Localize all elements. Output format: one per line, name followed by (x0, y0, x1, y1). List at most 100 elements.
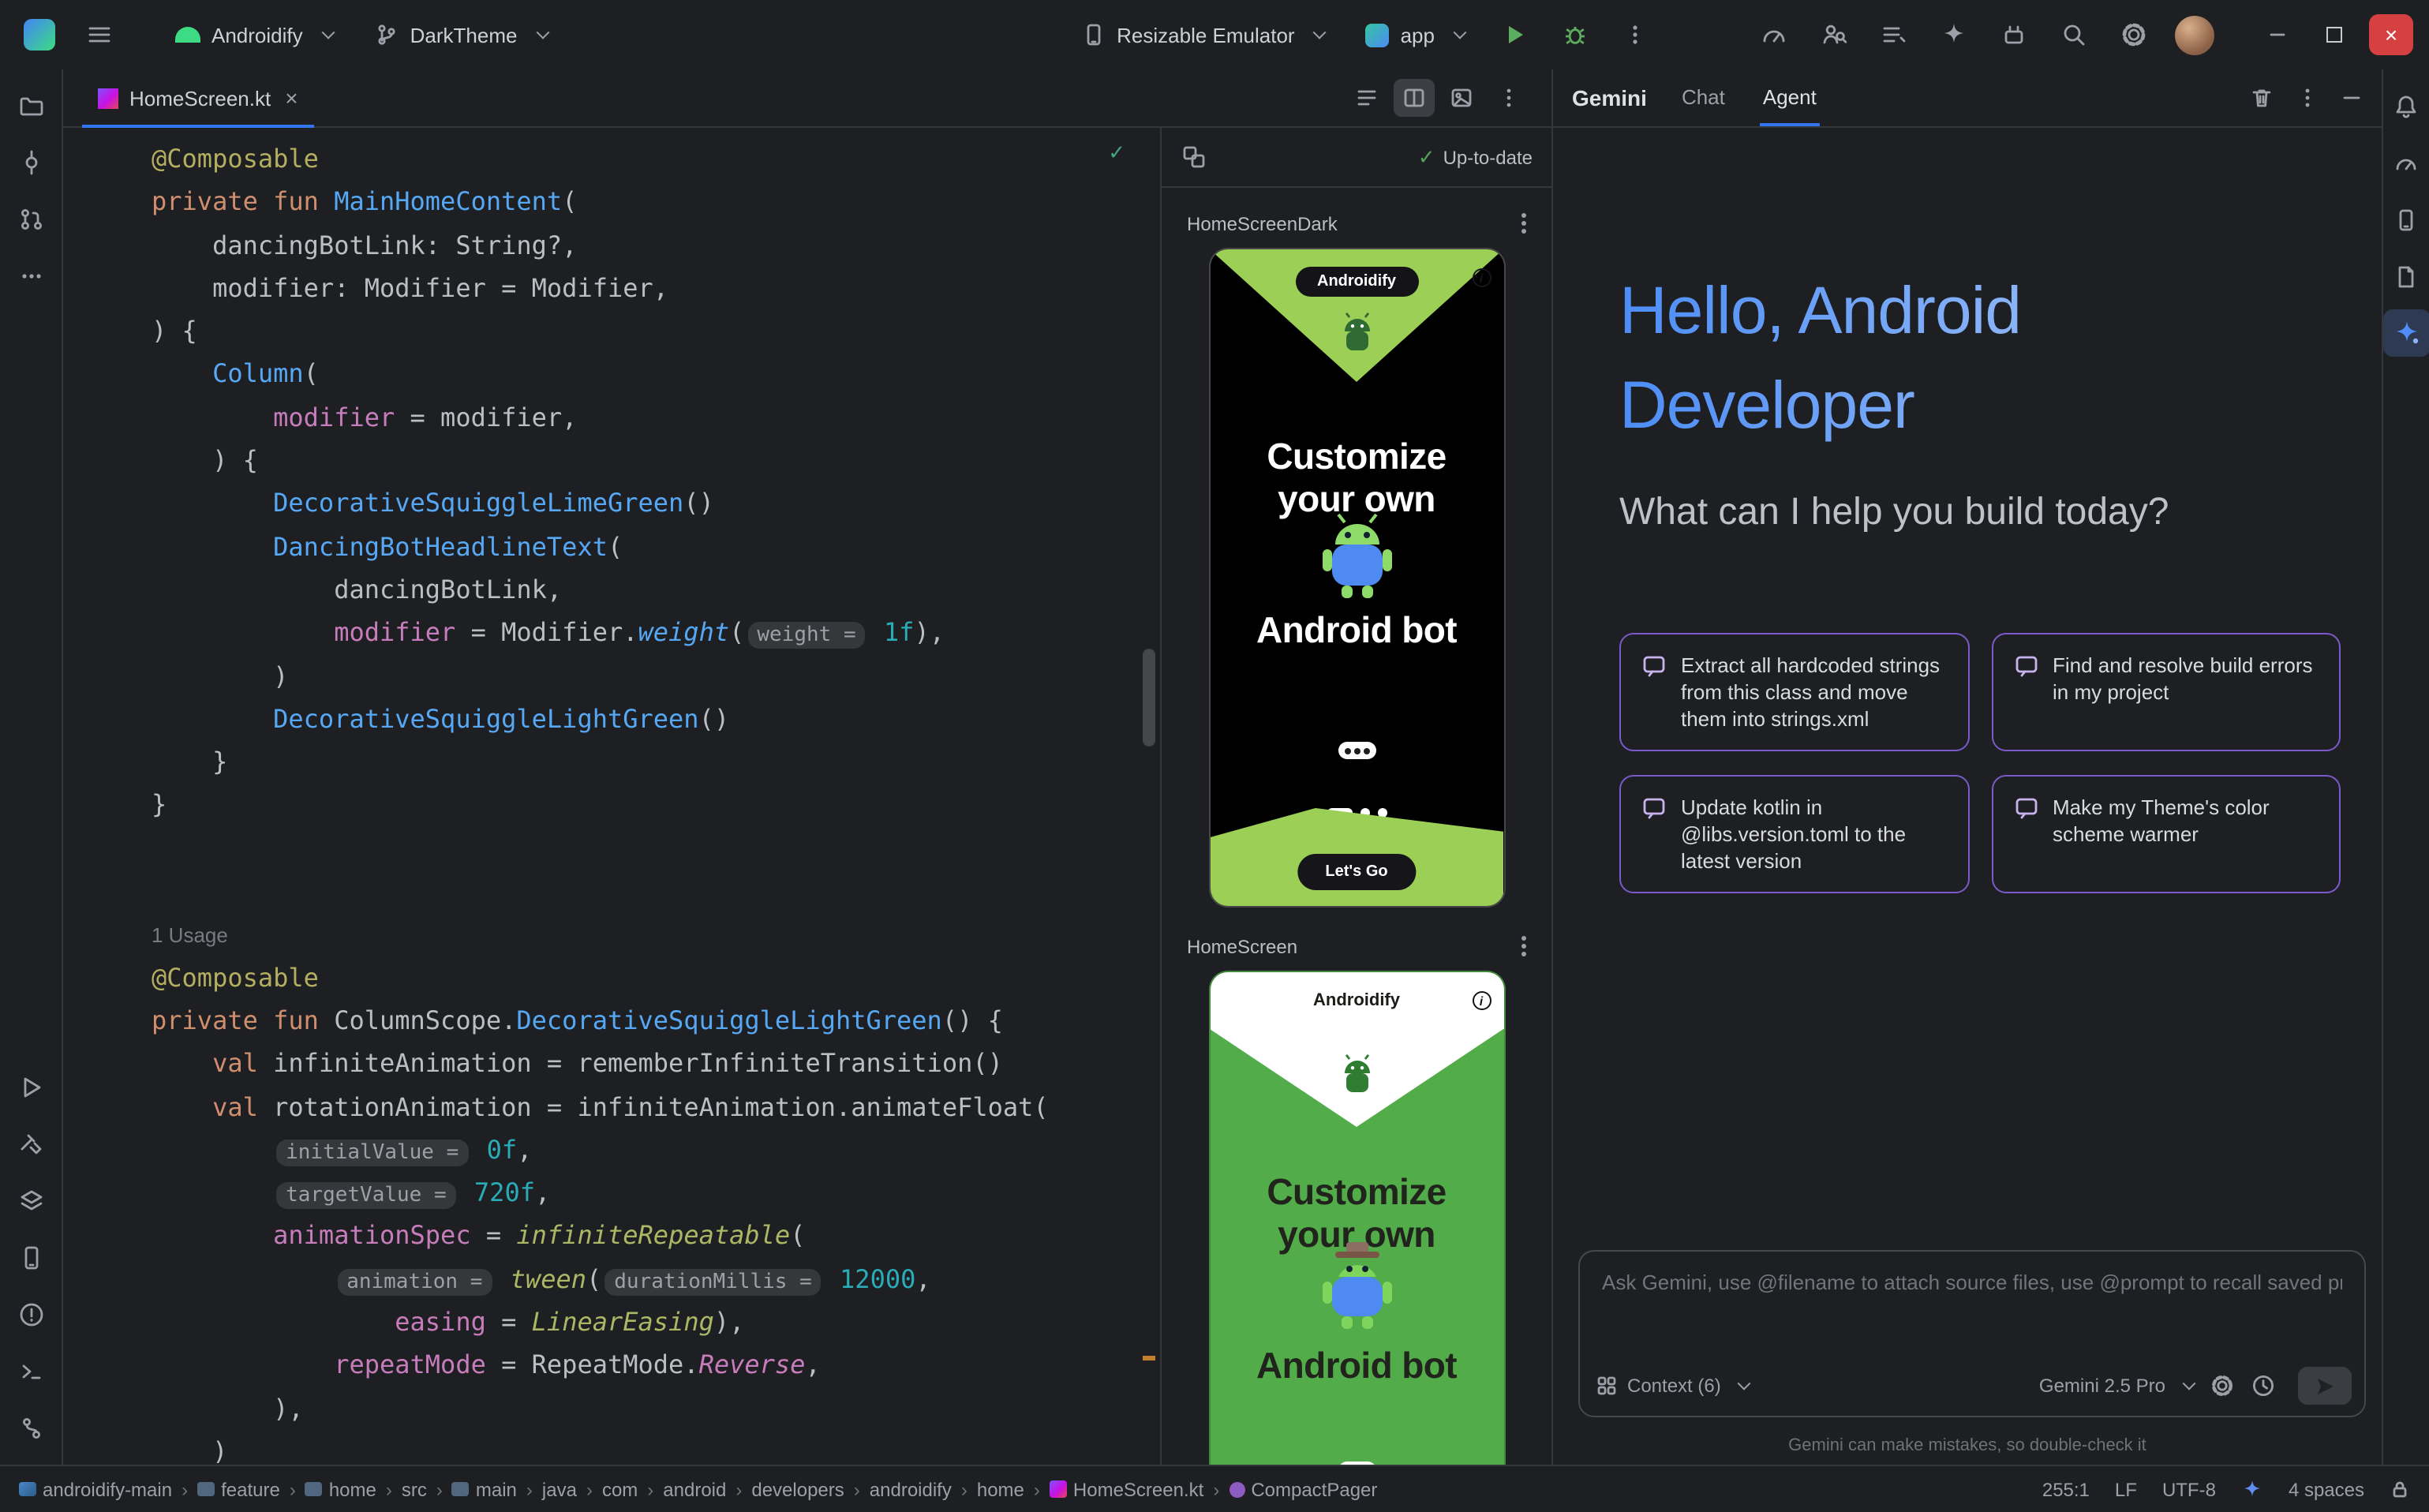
code-line[interactable]: DecorativeSquiggleLimeGreen() (152, 482, 1160, 526)
tab-chat[interactable]: Chat (1679, 69, 1728, 126)
ai-assistant-button[interactable] (1930, 11, 1978, 58)
code-line[interactable] (152, 870, 1160, 913)
device-explorer-tool-button[interactable] (2382, 196, 2429, 243)
code-line[interactable]: private fun MainHomeContent( (152, 181, 1160, 224)
indent-config[interactable]: 4 spaces (2289, 1478, 2364, 1500)
line-separator[interactable]: LF (2115, 1478, 2137, 1500)
minimize-button[interactable] (2255, 14, 2300, 55)
breadcrumb-item[interactable]: androidify-main (19, 1478, 172, 1500)
breadcrumb-item[interactable]: com (602, 1478, 638, 1500)
trash-icon[interactable] (2249, 85, 2274, 110)
view-mode-split-button[interactable] (1394, 79, 1435, 117)
profiler-tool-button[interactable] (2382, 139, 2429, 186)
vcs-branch-widget[interactable]: DarkTheme (360, 14, 562, 55)
code-line[interactable]: ), (152, 1387, 1160, 1430)
code-line[interactable]: modifier: Modifier = Modifier, (152, 267, 1160, 310)
kebab-icon[interactable] (2296, 87, 2319, 109)
close-button[interactable]: × (2369, 14, 2413, 55)
close-tab-icon[interactable]: × (285, 85, 298, 110)
code-line[interactable]: } (152, 740, 1160, 784)
suggestion-card[interactable]: Make my Theme's color scheme warmer (1991, 775, 2341, 893)
code-line[interactable]: val infiniteAnimation = rememberInfinite… (152, 1042, 1160, 1085)
suggestion-card[interactable]: Find and resolve build errors in my proj… (1991, 633, 2341, 751)
maximize-button[interactable] (2312, 14, 2356, 55)
search-everywhere-button[interactable] (2050, 11, 2098, 58)
prompt-composer[interactable]: Context (6) Gemini 2.5 Pro (1578, 1250, 2366, 1417)
code-line[interactable]: 1 Usage (152, 913, 1160, 956)
caret-position[interactable]: 255:1 (2042, 1478, 2090, 1500)
breadcrumb-item[interactable]: src (402, 1478, 427, 1500)
model-selector[interactable]: Gemini 2.5 Pro (2039, 1375, 2194, 1397)
assistant-tool-button[interactable] (2382, 253, 2429, 300)
tab-agent[interactable]: Agent (1760, 69, 1820, 126)
device-selector[interactable]: Resizable Emulator (1066, 14, 1338, 55)
code-line[interactable]: ) { (152, 309, 1160, 353)
notifications-tool-button[interactable] (2382, 82, 2429, 129)
breadcrumb-item[interactable]: java (542, 1478, 577, 1500)
code-line[interactable]: dancingBotLink: String?, (152, 223, 1160, 267)
code-line[interactable]: animation = tween(durationMillis = 12000… (152, 1257, 1160, 1301)
gemini-tool-button[interactable] (2382, 309, 2429, 357)
hide-panel-icon[interactable] (2341, 87, 2363, 109)
breadcrumb-item[interactable]: HomeScreen.kt (1050, 1478, 1203, 1500)
code-line[interactable]: DecorativeSquiggleLightGreen() (152, 698, 1160, 741)
code-line[interactable]: private fun ColumnScope.DecorativeSquigg… (152, 999, 1160, 1042)
gemini-settings-icon[interactable] (2210, 1373, 2235, 1398)
build-status[interactable]: ✓ Up-to-date (1418, 144, 1533, 170)
code-line[interactable]: repeatMode = RepeatMode.Reverse, (152, 1344, 1160, 1387)
run-tool-button[interactable] (7, 1064, 54, 1111)
plugins-button[interactable] (1990, 11, 2038, 58)
problems-tool-button[interactable] (7, 1291, 54, 1338)
project-widget[interactable]: Androidify (161, 15, 347, 54)
context-button[interactable]: Context (6) (1596, 1375, 1750, 1397)
breadcrumb-item[interactable]: CompactPager (1229, 1478, 1377, 1500)
code-line[interactable] (152, 827, 1160, 870)
breadcrumb-item[interactable]: main (452, 1478, 517, 1500)
main-menu-button[interactable] (76, 11, 123, 58)
breadcrumb-item[interactable]: developers (751, 1478, 844, 1500)
more-run-actions[interactable] (1611, 11, 1659, 58)
suggestion-card[interactable]: Extract all hardcoded strings from this … (1619, 633, 1969, 751)
gemini-status-spark-icon[interactable] (2241, 1478, 2263, 1500)
terminal-tool-button[interactable] (7, 1348, 54, 1395)
code-line[interactable]: } (152, 784, 1160, 827)
breadcrumb-item[interactable]: home (305, 1478, 376, 1500)
editor-tab-homescreen[interactable]: HomeScreen.kt × (82, 69, 314, 126)
run-button[interactable] (1491, 11, 1539, 58)
suggestion-card[interactable]: Update kotlin in @libs.version.toml to t… (1619, 775, 1969, 893)
editor-options-kebab[interactable] (1488, 79, 1529, 117)
scrollbar-thumb[interactable] (1143, 649, 1155, 747)
code-line[interactable]: val rotationAnimation = infiniteAnimatio… (152, 1085, 1160, 1128)
profiler-button[interactable] (1750, 11, 1798, 58)
code-line[interactable]: ) (152, 654, 1160, 698)
code-line[interactable]: initialValue = 0f, (152, 1128, 1160, 1172)
code-editor[interactable]: @Composableprivate fun MainHomeContent( … (63, 128, 1160, 1465)
code-line[interactable]: DancingBotHeadlineText( (152, 525, 1160, 568)
debug-button[interactable] (1551, 11, 1599, 58)
services-tool-button[interactable] (7, 1177, 54, 1225)
view-mode-design-button[interactable] (1441, 79, 1482, 117)
breadcrumb-item[interactable]: feature (197, 1478, 280, 1500)
gallery-view-icon[interactable] (1181, 144, 1207, 170)
breadcrumb-item[interactable]: home (977, 1478, 1024, 1500)
send-button[interactable] (2298, 1367, 2352, 1405)
device-manager-tool-button[interactable] (7, 1234, 54, 1282)
view-mode-code-button[interactable] (1346, 79, 1387, 117)
lock-icon[interactable] (2390, 1479, 2410, 1499)
code-line[interactable]: @Composable (152, 956, 1160, 999)
code-line[interactable]: dancingBotLink, (152, 568, 1160, 612)
project-tool-button[interactable] (7, 82, 54, 129)
build-tool-button[interactable] (7, 1121, 54, 1168)
settings-button[interactable] (2110, 11, 2158, 58)
code-line[interactable]: modifier = Modifier.weight(weight = 1f), (152, 612, 1160, 655)
task-list-button[interactable] (1870, 11, 1918, 58)
preview-kebab-icon[interactable] (1521, 933, 1526, 960)
code-line[interactable]: animationSpec = infiniteRepeatable( (152, 1214, 1160, 1258)
code-line[interactable]: targetValue = 720f, (152, 1171, 1160, 1214)
pull-requests-tool-button[interactable] (7, 196, 54, 243)
run-configuration-selector[interactable]: app (1352, 15, 1479, 54)
file-encoding[interactable]: UTF-8 (2162, 1478, 2216, 1500)
version-control-tool-button[interactable] (7, 1405, 54, 1452)
code-line[interactable]: modifier = modifier, (152, 396, 1160, 440)
code-line[interactable]: Column( (152, 353, 1160, 396)
